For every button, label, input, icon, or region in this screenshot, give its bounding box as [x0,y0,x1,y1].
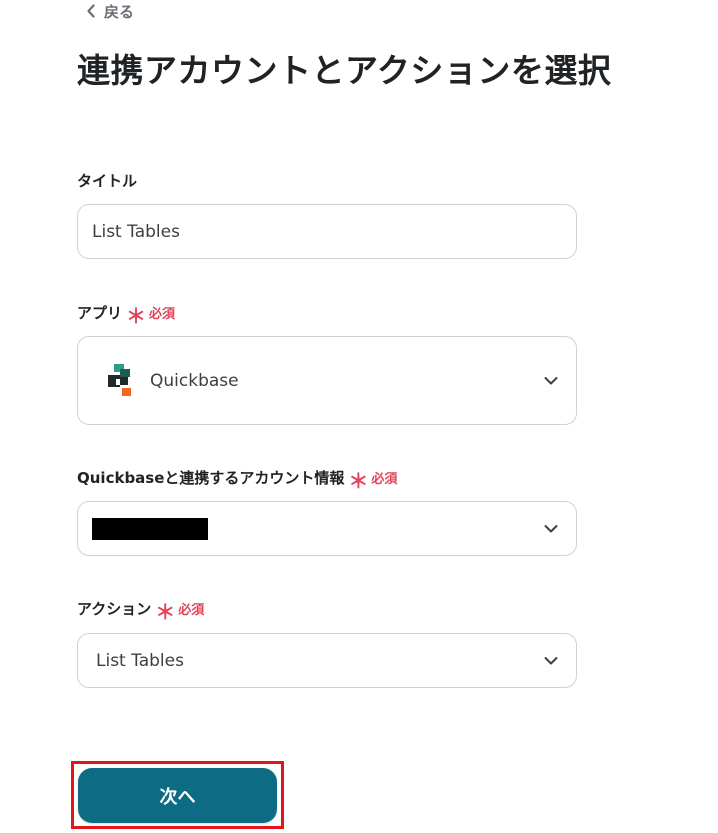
chevron-left-icon [87,4,95,18]
title-input-value: List Tables [92,221,180,242]
app-label-text: アプリ [77,304,123,322]
action-select[interactable]: List Tables [77,633,577,688]
next-button[interactable]: 次へ [78,768,277,823]
page: 戻る 連携アカウントとアクションを選択 タイトル List Tables アプリ… [0,0,718,833]
required-asterisk: ＊ [126,303,147,328]
required-asterisk: ＊ [348,468,369,493]
title-field-label: タイトル [77,170,137,191]
title-input[interactable]: List Tables [77,204,577,259]
action-label-text: アクション [77,600,152,618]
chevron-down-icon [544,524,558,532]
app-select[interactable]: Quickbase [77,336,577,425]
action-field-label: アクション ＊ 必須 [77,598,205,624]
page-title: 連携アカウントとアクションを選択 [77,51,612,90]
account-select[interactable] [77,501,577,556]
back-label: 戻る [104,2,135,21]
required-asterisk: ＊ [155,599,176,624]
quickbase-logo-icon [108,364,134,397]
required-text: 必須 [178,603,205,618]
back-link[interactable]: 戻る [86,0,134,22]
app-select-value: Quickbase [150,370,239,391]
required-text: 必須 [149,307,176,322]
next-button-label: 次へ [159,786,196,808]
title-label-text: タイトル [77,172,138,190]
required-text: 必須 [371,472,398,487]
account-field-label: Quickbaseと連携するアカウント情報 ＊ 必須 [77,467,398,493]
chevron-down-icon [544,656,558,664]
account-label-text: Quickbaseと連携するアカウント情報 [77,469,345,487]
redacted-account-name [92,517,208,540]
app-field-label: アプリ ＊ 必須 [77,302,176,328]
chevron-down-icon [544,376,558,384]
action-select-value: List Tables [96,650,184,671]
